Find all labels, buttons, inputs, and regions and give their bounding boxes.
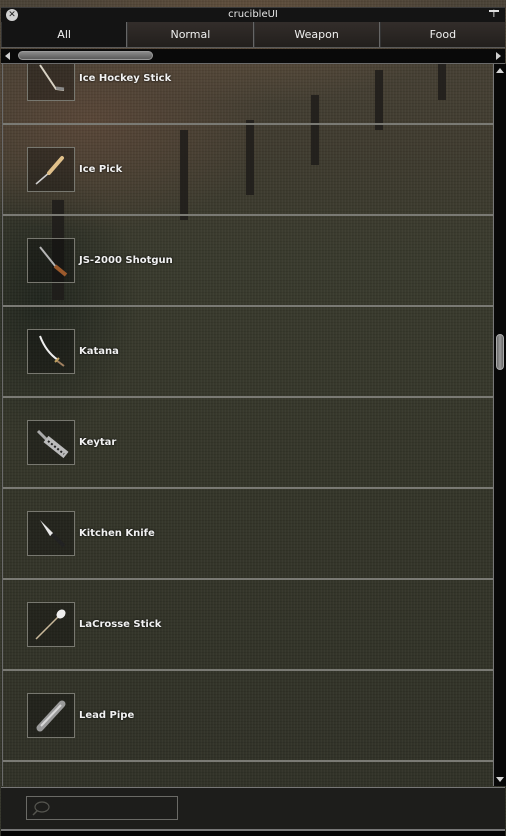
title-bar[interactable]: ✕ crucibleUI ↑ [1, 7, 505, 23]
shotgun-icon [27, 238, 75, 283]
horizontal-scroll-thumb[interactable] [18, 51, 153, 60]
item-name: Katana [79, 346, 119, 357]
scroll-left-arrow-icon[interactable] [5, 52, 10, 60]
lacrosse-stick-icon [27, 602, 75, 647]
item-name: LaCrosse Stick [79, 619, 162, 630]
list-item[interactable]: Kitchen Knife [3, 489, 493, 580]
list-item[interactable]: Lead Pipe [3, 671, 493, 762]
search-field[interactable] [26, 796, 178, 821]
item-list: Ice Hockey Stick Ice Pick JS-2000 Shotgu… [2, 64, 493, 786]
search-icon [32, 801, 50, 816]
list-item[interactable]: Ice Hockey Stick [3, 64, 493, 125]
vertical-scroll-thumb[interactable] [496, 334, 504, 370]
list-item[interactable]: Katana [3, 307, 493, 398]
footer-panel [1, 787, 505, 831]
list-item[interactable]: Ice Pick [3, 125, 493, 216]
item-name: JS-2000 Shotgun [79, 255, 173, 266]
list-item[interactable]: Keytar [3, 398, 493, 489]
keytar-icon [27, 420, 75, 465]
kitchen-knife-icon [27, 511, 75, 556]
item-name: Ice Hockey Stick [79, 73, 172, 84]
list-item[interactable]: JS-2000 Shotgun [3, 216, 493, 307]
scroll-right-arrow-icon[interactable] [496, 52, 501, 60]
crucible-window: ✕ crucibleUI ↑ All Normal Weapon Food Ic… [0, 0, 506, 836]
vertical-scrollbar[interactable] [493, 64, 506, 786]
footer-bottom-bar [1, 831, 505, 836]
item-name: Lead Pipe [79, 710, 135, 721]
list-item[interactable]: LaCrosse Stick [3, 580, 493, 671]
item-name: Ice Pick [79, 164, 123, 175]
scroll-up-arrow-icon[interactable] [496, 68, 504, 73]
horizontal-scrollbar[interactable] [1, 49, 505, 64]
katana-icon [27, 329, 75, 374]
pin-top-icon[interactable]: ↑ [489, 8, 499, 21]
tab-food[interactable]: Food [379, 22, 505, 47]
ice-hockey-stick-icon [27, 64, 75, 101]
tab-all[interactable]: All [1, 22, 128, 47]
tab-weapon[interactable]: Weapon [253, 22, 380, 47]
category-tabs: All Normal Weapon Food [1, 22, 505, 48]
lead-pipe-icon [27, 693, 75, 738]
scroll-down-arrow-icon[interactable] [496, 777, 504, 782]
item-name: Kitchen Knife [79, 528, 155, 539]
window-title: crucibleUI [228, 9, 278, 20]
ice-pick-icon [27, 147, 75, 192]
tab-normal[interactable]: Normal [127, 22, 254, 47]
item-name: Keytar [79, 437, 117, 448]
search-input[interactable] [51, 797, 177, 821]
